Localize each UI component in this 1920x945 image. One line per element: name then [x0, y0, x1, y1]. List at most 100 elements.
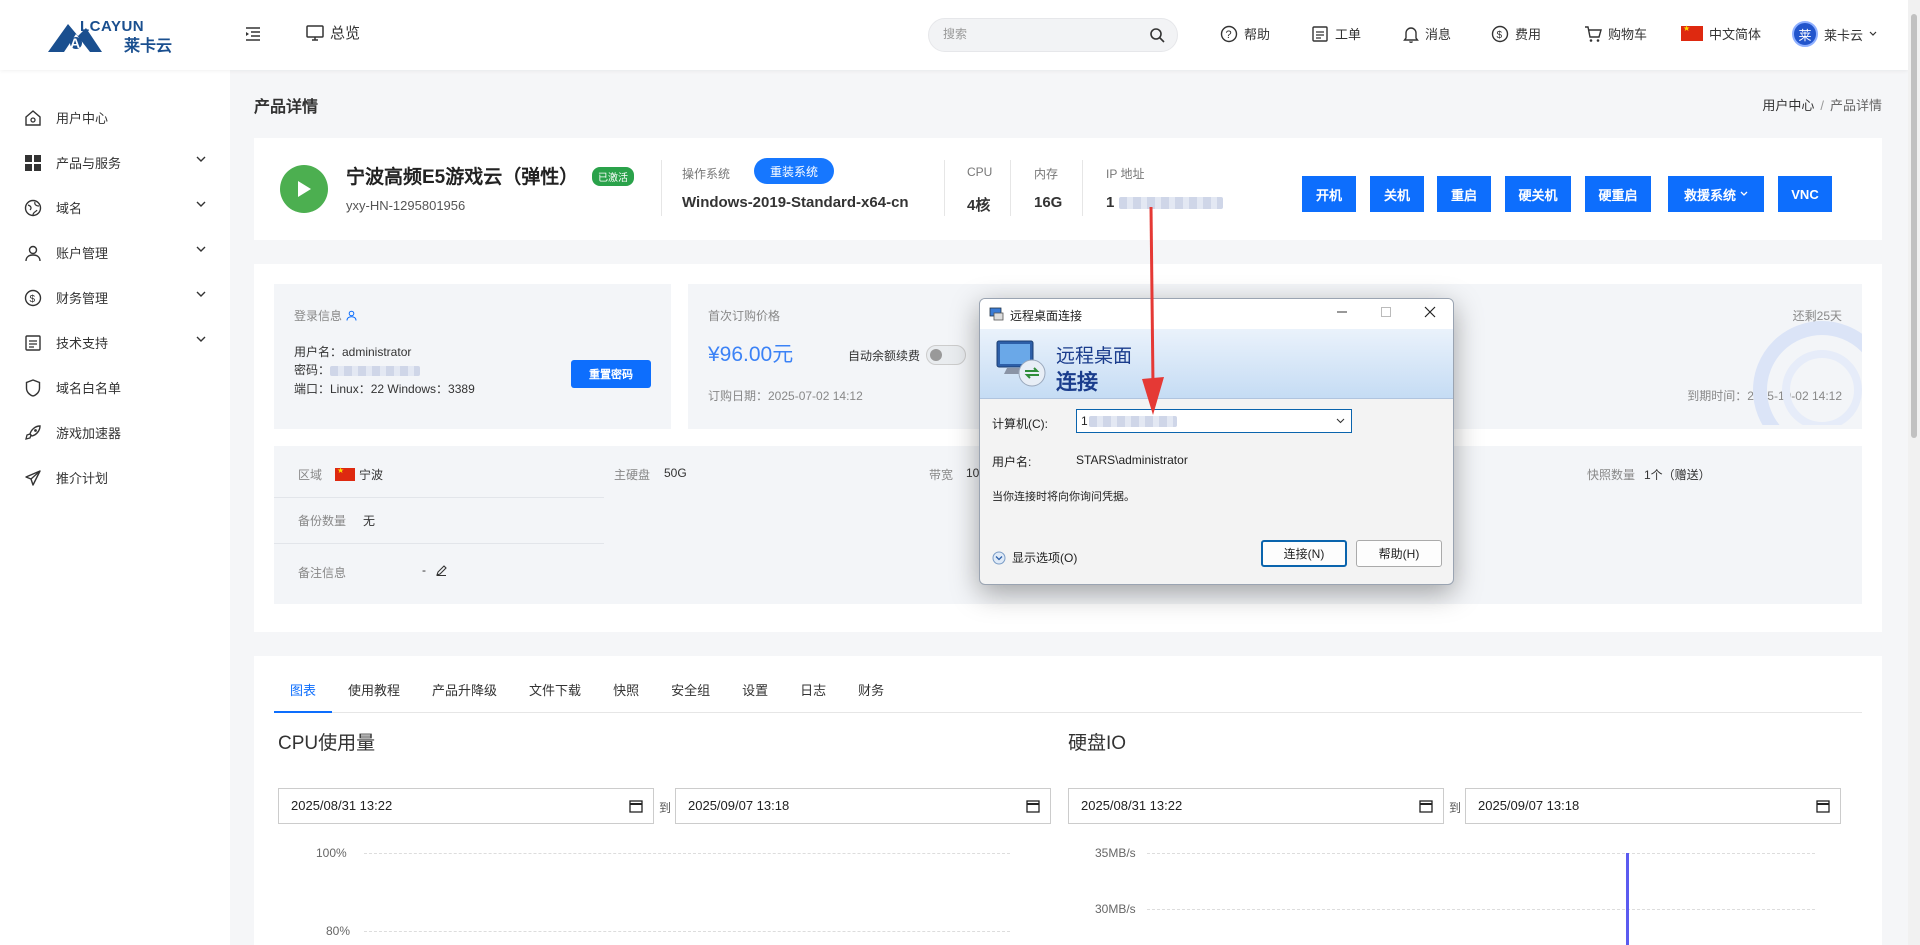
tab-logs[interactable]: 日志: [784, 680, 842, 713]
cpu-date-from-input[interactable]: 2025/08/31 13:22: [278, 788, 654, 824]
language-switch[interactable]: 中文简体: [1681, 24, 1761, 43]
auto-renew-toggle[interactable]: [926, 345, 966, 365]
breadcrumb-home[interactable]: 用户中心: [1762, 98, 1814, 113]
sidebar-item-label: 技术支持: [56, 336, 109, 351]
search-icon[interactable]: [1149, 27, 1165, 43]
help-icon: ?: [1220, 25, 1238, 42]
avatar: 莱: [1792, 21, 1818, 47]
io-date-from-input[interactable]: 2025/08/31 13:22: [1068, 788, 1444, 824]
tab-upgrade[interactable]: 产品升降级: [416, 680, 513, 713]
billing-link[interactable]: $ 费用: [1491, 24, 1541, 43]
cpu-date-to-input[interactable]: 2025/09/07 13:18: [675, 788, 1051, 824]
tab-settings[interactable]: 设置: [726, 680, 784, 713]
divider: [1010, 160, 1011, 216]
show-options-toggle[interactable]: 显示选项(O): [992, 549, 1077, 566]
cpu-label: CPU: [967, 165, 993, 179]
region-value: 宁波: [335, 466, 383, 483]
chevron-down-icon[interactable]: [1336, 418, 1345, 424]
dialog-titlebar[interactable]: 远程桌面连接: [980, 299, 1453, 329]
messages-label: 消息: [1425, 27, 1452, 42]
reinstall-button[interactable]: 重装系统: [754, 158, 835, 184]
chevron-down-icon: [196, 246, 206, 252]
sidebar-item-whitelist[interactable]: 域名白名单: [24, 378, 206, 397]
connect-button[interactable]: 连接(N): [1261, 540, 1347, 567]
calendar-icon[interactable]: [629, 799, 643, 813]
messages-link[interactable]: 消息: [1403, 24, 1451, 43]
hard-shutdown-button[interactable]: 硬关机: [1505, 176, 1571, 212]
tab-charts[interactable]: 图表: [274, 680, 333, 713]
show-options-label: 显示选项(O): [1012, 551, 1078, 565]
backup-label: 备份数量: [298, 514, 347, 528]
calendar-icon[interactable]: [1816, 799, 1830, 813]
calendar-icon[interactable]: [1026, 799, 1040, 813]
bell-icon: [1403, 26, 1419, 43]
shield-icon: [24, 378, 42, 397]
computer-combobox[interactable]: 1: [1076, 409, 1352, 433]
tab-finance[interactable]: 财务: [842, 680, 900, 713]
sidebar-item-products[interactable]: 产品与服务: [24, 153, 206, 172]
sidebar-item-user-center[interactable]: 用户中心: [24, 108, 206, 127]
reset-password-button[interactable]: 重置密码: [571, 360, 651, 388]
hard-restart-button[interactable]: 硬重启: [1585, 176, 1651, 212]
maximize-icon[interactable]: [1380, 306, 1392, 321]
vnc-button[interactable]: VNC: [1778, 176, 1832, 212]
order-date: 订购日期：2025-07-02 14:12: [708, 389, 863, 403]
calendar-icon[interactable]: [1419, 799, 1433, 813]
io-date-to-input[interactable]: 2025/09/07 13:18: [1465, 788, 1841, 824]
sidebar-item-account[interactable]: 账户管理: [24, 243, 206, 262]
chevron-down-icon: [1869, 31, 1877, 36]
sidebar-item-label: 账户管理: [56, 246, 109, 261]
help-button[interactable]: 帮助(H): [1356, 540, 1442, 567]
china-flag-icon: [335, 466, 355, 481]
page-scrollbar[interactable]: [1908, 0, 1920, 945]
snapshot-label: 快照数量: [1587, 468, 1636, 482]
row-divider: [274, 446, 604, 498]
username-label: 用户名:: [992, 455, 1032, 469]
user-menu[interactable]: 莱 莱卡云: [1792, 21, 1877, 47]
memory-value: 16G: [1034, 194, 1063, 211]
ticket-link[interactable]: 工单: [1311, 24, 1361, 43]
power-off-button[interactable]: 关机: [1370, 176, 1424, 212]
restart-button[interactable]: 重启: [1437, 176, 1491, 212]
credentials-note: 当你连接时将向你询问凭据。: [992, 491, 1135, 503]
china-flag-icon: [1681, 24, 1703, 41]
tab-tutorial[interactable]: 使用教程: [332, 680, 416, 713]
close-icon[interactable]: [1424, 306, 1436, 321]
tab-downloads[interactable]: 文件下载: [513, 680, 597, 713]
sidebar-item-domain[interactable]: 域名: [24, 198, 206, 217]
tab-security-group[interactable]: 安全组: [655, 680, 726, 713]
minimize-icon[interactable]: [1336, 306, 1348, 321]
date-value: 2025/08/31 13:22: [291, 798, 393, 813]
login-port: 端口：Linux：22 Windows：3389: [294, 382, 475, 396]
dialog-title: 远程桌面连接: [1010, 309, 1083, 323]
username-value: STARS\administrator: [1076, 453, 1188, 467]
power-on-button[interactable]: 开机: [1302, 176, 1356, 212]
top-bar: A LCAYUN 莱卡云 总览 ? 帮助 工单 消息 $ 费用 购物车 中文简体…: [0, 0, 1908, 70]
overview-link[interactable]: 总览: [306, 22, 360, 43]
date-value: 2025/09/07 13:18: [1478, 798, 1580, 813]
sidebar-item-referral[interactable]: 推介计划: [24, 468, 206, 487]
rdp-app-icon: [989, 307, 1004, 321]
edit-icon[interactable]: [436, 564, 447, 576]
remote-desktop-dialog: 远程桌面连接 远程桌面 连接 计算机(C): 1 用户名: STARS\admi…: [979, 298, 1454, 585]
ticket-icon: [1312, 25, 1328, 42]
svg-text:?: ?: [1226, 29, 1232, 41]
tab-snapshot[interactable]: 快照: [597, 680, 655, 713]
svg-text:$: $: [1497, 30, 1503, 41]
memory-label: 内存: [1034, 167, 1059, 181]
bandwidth-value: 10: [966, 466, 980, 480]
scrollbar-thumb[interactable]: [1911, 14, 1917, 438]
password-label: 密码：: [294, 363, 331, 377]
sidebar-item-finance[interactable]: $ 财务管理: [24, 288, 206, 307]
user-icon: [346, 310, 357, 321]
banner-line-1: 远程桌面: [1056, 346, 1133, 367]
sidebar-item-accelerator[interactable]: 游戏加速器: [24, 423, 206, 442]
login-username: 用户名：administrator: [294, 345, 412, 359]
help-link[interactable]: ? 帮助: [1220, 24, 1270, 43]
menu-toggle-icon[interactable]: [244, 25, 262, 43]
cart-link[interactable]: 购物车: [1584, 24, 1647, 43]
play-icon[interactable]: [280, 165, 328, 213]
search-input[interactable]: [943, 27, 1143, 41]
rescue-system-dropdown[interactable]: 救援系统: [1668, 176, 1764, 212]
sidebar-item-support[interactable]: 技术支持: [24, 333, 206, 352]
